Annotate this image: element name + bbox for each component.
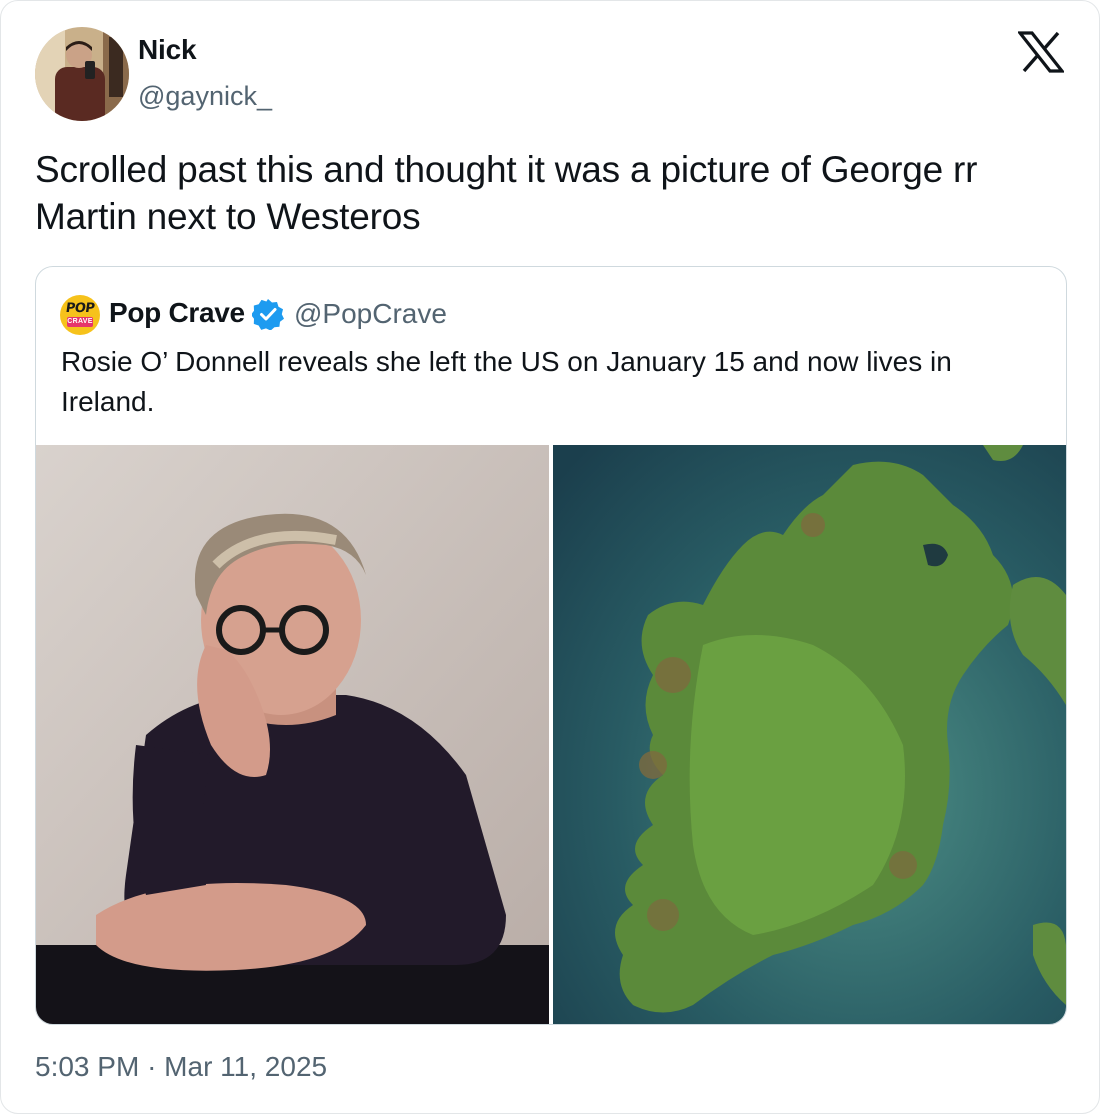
user-avatar-photo-icon [35, 27, 129, 121]
popcrave-logo-pop: POP [64, 301, 96, 316]
quote-author-handle[interactable]: @PopCrave [294, 298, 447, 330]
portrait-photo-icon [36, 445, 549, 1024]
author-display-name[interactable]: Nick [138, 34, 197, 66]
tweet-timestamp[interactable]: 5:03 PM · Mar 11, 2025 [35, 1051, 327, 1083]
quote-author-display-name[interactable]: Pop Crave [109, 297, 245, 329]
quote-text: Rosie O’ Donnell reveals she left the US… [61, 346, 952, 417]
ireland-satellite-image-icon [553, 445, 1066, 1024]
timestamp-separator: · [147, 1051, 157, 1082]
tweet-time: 5:03 PM [35, 1051, 140, 1082]
verified-badge-icon [251, 298, 284, 331]
tweet-date: Mar 11, 2025 [164, 1051, 328, 1082]
author-avatar[interactable] [35, 27, 129, 121]
tweet-card: Nick @gaynick_ Scrolled past this and th… [0, 0, 1100, 1114]
popcrave-avatar[interactable]: POP CRAVE [60, 295, 100, 335]
tweet-text: Scrolled past this and thought it was a … [35, 149, 978, 237]
x-logo-icon[interactable] [1016, 31, 1066, 73]
ireland-satellite-image[interactable] [553, 445, 1066, 1024]
person-photo[interactable] [36, 445, 549, 1024]
popcrave-logo-crave: CRAVE [67, 317, 93, 327]
author-handle[interactable]: @gaynick_ [138, 81, 272, 112]
quoted-tweet[interactable]: POP CRAVE Pop Crave @PopCrave Rosie O’ D… [35, 266, 1067, 1025]
